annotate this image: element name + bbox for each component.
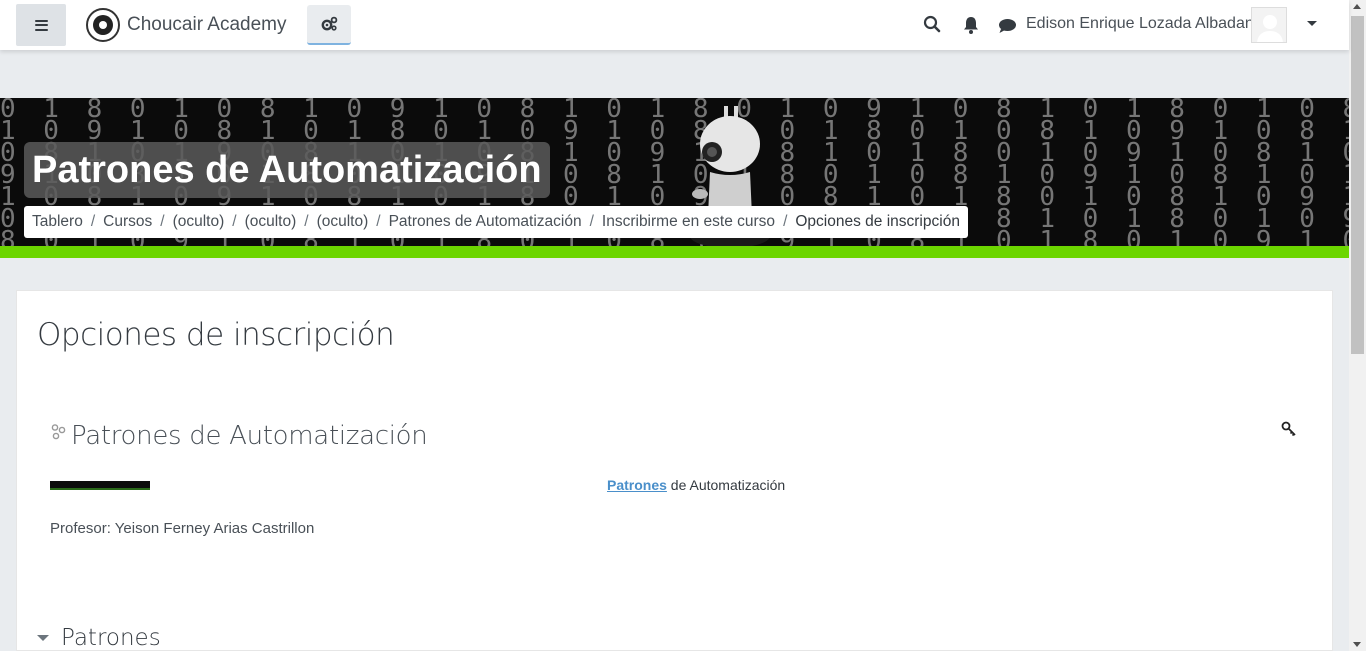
page-heading: Opciones de inscripción bbox=[37, 317, 395, 353]
breadcrumb-item-current: Opciones de inscripción bbox=[795, 213, 960, 230]
course-header-banner: 0 1 8 0 1 0 8 1 0 9 1 0 8 1 0 1 8 0 1 0 … bbox=[0, 98, 1349, 246]
breadcrumb-item-course[interactable]: Patrones de Automatización bbox=[389, 213, 582, 231]
scrollbar-thumb[interactable] bbox=[1351, 16, 1364, 354]
breadcrumb-separator: / bbox=[783, 213, 788, 230]
breadcrumb-item-hidden-1[interactable]: (oculto) bbox=[173, 213, 225, 231]
course-settings-button[interactable] bbox=[307, 5, 351, 45]
scroll-up-arrow-icon[interactable] bbox=[1353, 4, 1361, 9]
main-content-card: Opciones de inscripción Patrones de Auto… bbox=[16, 290, 1333, 651]
breadcrumb-separator: / bbox=[232, 213, 237, 230]
search-icon[interactable] bbox=[923, 15, 941, 33]
course-title-link[interactable]: Patrones de Automatización bbox=[71, 421, 428, 451]
course-summary: Patrones de Automatización bbox=[607, 477, 785, 493]
section-label: Patrones bbox=[61, 625, 161, 651]
settings-icon bbox=[321, 16, 338, 31]
section-collapse-toggle[interactable]: Patrones bbox=[37, 625, 161, 651]
banner-accent-bar bbox=[0, 246, 1349, 258]
breadcrumb-item-cursos[interactable]: Cursos bbox=[103, 213, 152, 231]
breadcrumb-separator: / bbox=[160, 213, 165, 230]
breadcrumb-separator: / bbox=[90, 213, 96, 230]
breadcrumb-item-tablero[interactable]: Tablero bbox=[32, 213, 83, 231]
breadcrumb-item-enrol[interactable]: Inscribirme en este curso bbox=[602, 213, 775, 231]
breadcrumb-item-hidden-3[interactable]: (oculto) bbox=[317, 213, 369, 231]
top-navbar: Choucair Academy Edison Enrique Lozada A… bbox=[0, 0, 1349, 50]
caret-down-icon bbox=[37, 635, 49, 641]
breadcrumb-separator: / bbox=[376, 213, 381, 230]
drawer-toggle-button[interactable] bbox=[16, 4, 66, 46]
site-logo bbox=[86, 8, 120, 42]
page-scrollbar[interactable] bbox=[1349, 0, 1366, 651]
page-title: Patrones de Automatización bbox=[32, 148, 542, 191]
course-teacher: Profesor: Yeison Ferney Arias Castrillon bbox=[50, 520, 314, 537]
site-name: Choucair Academy bbox=[127, 14, 287, 35]
key-icon[interactable] bbox=[1281, 421, 1297, 437]
course-summary-link[interactable]: Patrones bbox=[607, 477, 667, 493]
breadcrumb-separator: / bbox=[589, 213, 594, 230]
bell-icon[interactable] bbox=[963, 16, 979, 34]
scroll-down-arrow-icon[interactable] bbox=[1353, 642, 1361, 647]
course-summary-text: de Automatización bbox=[666, 477, 786, 493]
breadcrumb: Tablero / Cursos / (oculto) / (oculto) /… bbox=[24, 206, 968, 238]
message-icon[interactable] bbox=[998, 18, 1017, 34]
site-brand-link[interactable]: Choucair Academy bbox=[86, 8, 286, 42]
breadcrumb-separator: / bbox=[304, 213, 309, 230]
caret-down-icon[interactable] bbox=[1307, 21, 1317, 26]
user-menu-name[interactable]: Edison Enrique Lozada Albadan bbox=[1026, 15, 1254, 33]
course-category-icon bbox=[51, 424, 66, 440]
teacher-label: Profesor: bbox=[50, 520, 111, 537]
breadcrumb-item-hidden-2[interactable]: (oculto) bbox=[245, 213, 297, 231]
user-avatar[interactable] bbox=[1251, 7, 1287, 43]
course-image[interactable] bbox=[50, 481, 150, 490]
teacher-name[interactable]: Yeison Ferney Arias Castrillon bbox=[115, 520, 315, 537]
menu-icon bbox=[34, 19, 48, 31]
page-title-container: Patrones de Automatización bbox=[24, 142, 550, 198]
